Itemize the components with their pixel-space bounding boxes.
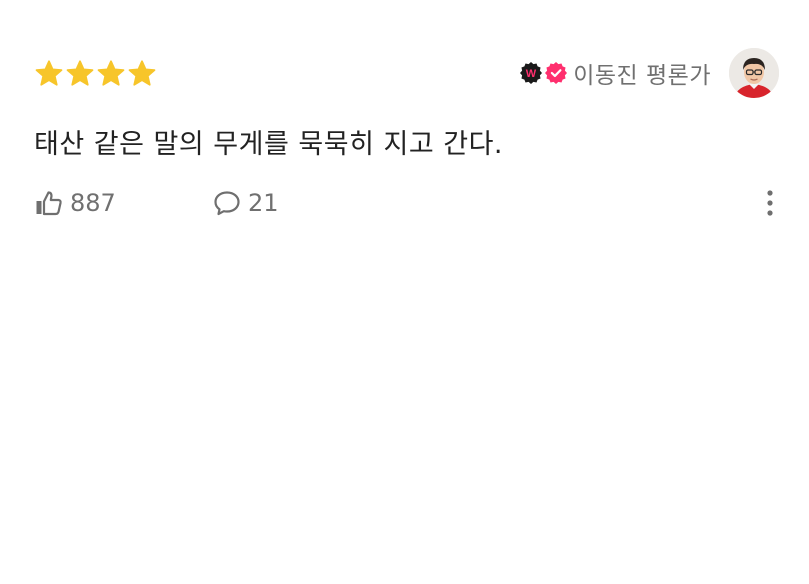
star-icon [97, 60, 125, 86]
review-actions: 887 21 [34, 188, 279, 218]
verified-check-icon [545, 62, 568, 84]
like-button[interactable]: 887 [34, 188, 212, 218]
star-icon [66, 60, 94, 86]
star-icon [35, 60, 63, 86]
author-info[interactable]: W 이동진 평론가 [520, 47, 779, 99]
svg-text:W: W [526, 68, 537, 80]
speech-bubble-icon [214, 191, 240, 216]
author-avatar[interactable] [729, 48, 779, 98]
review-comment: 태산 같은 말의 무게를 묵묵히 지고 간다. [34, 129, 504, 160]
review-card: W 이동진 평론가 태산 같은 말의 무게를 묵묵히 지고 간다. 887 21 [0, 0, 809, 584]
more-options-button[interactable] [758, 188, 782, 218]
comment-button[interactable]: 21 [212, 188, 279, 218]
like-count: 887 [70, 189, 116, 217]
watcha-w-badge-icon: W [520, 62, 543, 84]
comment-count: 21 [248, 189, 279, 217]
star-icon [128, 60, 156, 86]
star-rating [34, 59, 157, 89]
thumbs-up-icon [36, 191, 62, 216]
vertical-dots-icon [767, 190, 773, 216]
author-name[interactable]: 이동진 평론가 [573, 56, 711, 90]
